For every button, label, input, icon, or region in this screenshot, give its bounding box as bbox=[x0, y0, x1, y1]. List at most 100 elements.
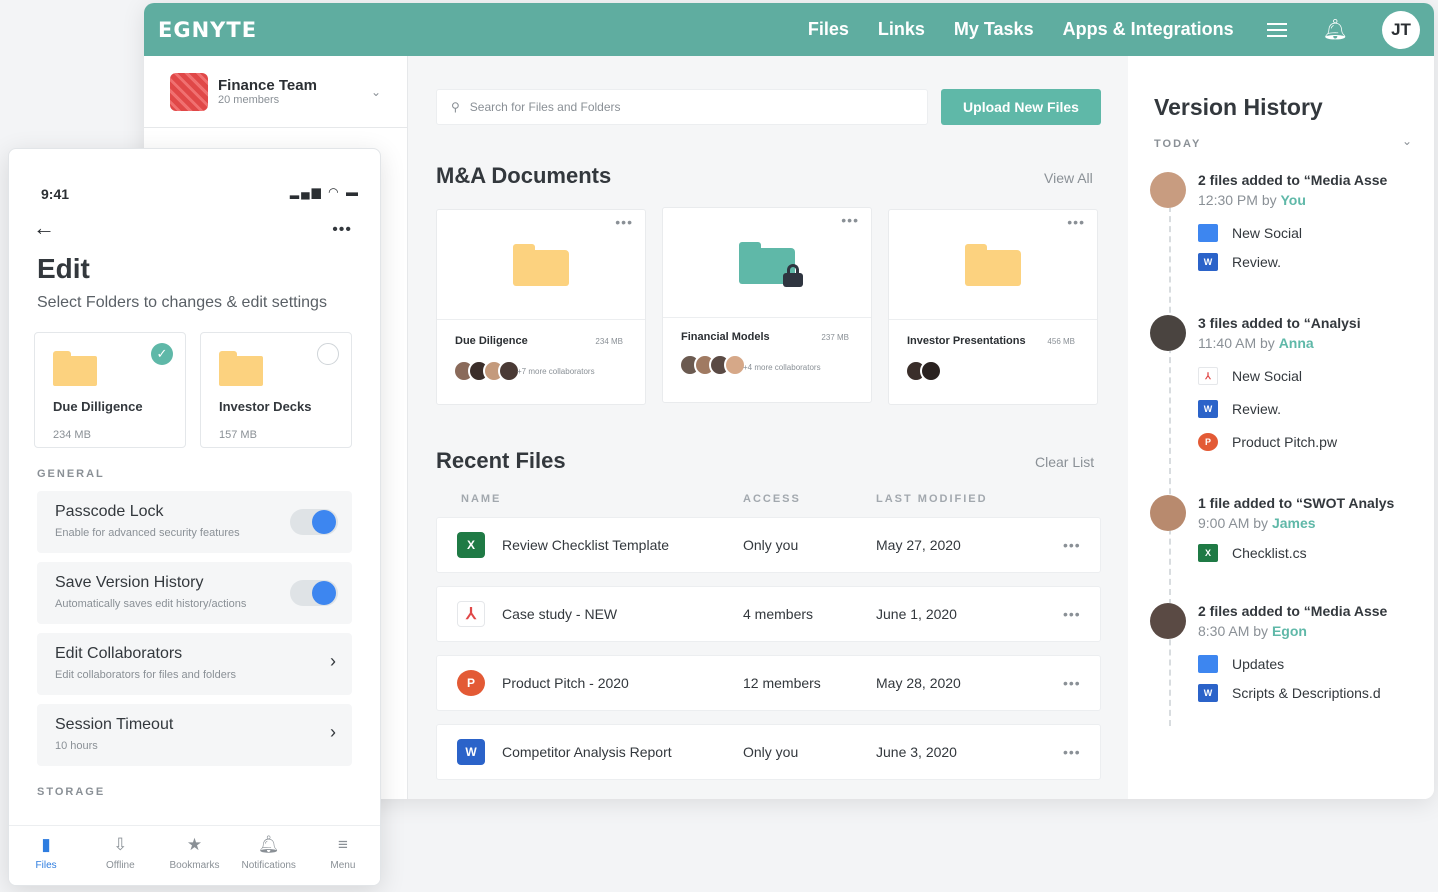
egnyte-logo[interactable]: EGNYTE bbox=[158, 18, 257, 42]
folder-size: 157 MB bbox=[219, 429, 257, 441]
setting-save-version-history[interactable]: Save Version History Automatically saves… bbox=[37, 562, 352, 624]
ma-documents-title: M&A Documents bbox=[436, 163, 612, 188]
search-input[interactable]: ⚲ Search for Files and Folders bbox=[436, 89, 928, 125]
file-access: 12 members bbox=[743, 675, 821, 691]
back-arrow-icon[interactable]: ← bbox=[33, 215, 55, 241]
file-row[interactable]: ⅄ Case study - NEW 4 members June 1, 202… bbox=[436, 586, 1101, 642]
setting-title: Save Version History bbox=[55, 574, 204, 591]
star-icon: ★ bbox=[186, 835, 203, 854]
history-file[interactable]: ⅄ New Social bbox=[1198, 367, 1394, 385]
bell-icon[interactable]: 🔔︎ bbox=[1323, 17, 1348, 42]
folder-name: Investor Presentations bbox=[907, 335, 1026, 347]
clear-list-link[interactable]: Clear List bbox=[1035, 454, 1094, 470]
collaborators-count: +7 more collaborators bbox=[517, 367, 595, 376]
history-file[interactable]: X Checklist.cs bbox=[1198, 544, 1394, 562]
folder-icon bbox=[1198, 224, 1218, 242]
tab-notifications[interactable]: 🔔︎ Notifications bbox=[232, 826, 306, 885]
file-name: Product Pitch - 2020 bbox=[502, 675, 629, 691]
lock-icon bbox=[783, 264, 803, 287]
history-file[interactable]: W Scripts & Descriptions.d bbox=[1198, 684, 1394, 702]
nav-links[interactable]: Links bbox=[878, 19, 925, 40]
folder-select-card[interactable]: Investor Decks 157 MB bbox=[200, 332, 352, 448]
view-all-link[interactable]: View All bbox=[1044, 170, 1093, 186]
checkmark-icon[interactable]: ✓ bbox=[151, 343, 173, 365]
folder-select-card[interactable]: ✓ Due Dilligence 234 MB bbox=[34, 332, 186, 448]
setting-session-timeout[interactable]: Session Timeout 10 hours › bbox=[37, 704, 352, 766]
page-title: Edit bbox=[37, 253, 90, 284]
upload-new-files-button[interactable]: Upload New Files bbox=[941, 89, 1101, 125]
more-options-icon[interactable]: ••• bbox=[1063, 744, 1081, 760]
folder-size: 234 MB bbox=[595, 337, 623, 346]
hamburger-menu-icon[interactable] bbox=[1266, 19, 1287, 41]
bottom-tab-bar: ▮ Files ⇩ Offline ★ Bookmarks 🔔︎ Notificatio… bbox=[9, 825, 380, 885]
history-file[interactable]: P Product Pitch.pw bbox=[1198, 433, 1394, 451]
file-icon: ▮ bbox=[41, 835, 51, 854]
setting-edit-collaborators[interactable]: Edit Collaborators Edit collaborators fo… bbox=[37, 633, 352, 695]
more-options-icon[interactable]: ••• bbox=[841, 212, 859, 228]
team-name: Finance Team bbox=[218, 77, 317, 94]
folder-size: 237 MB bbox=[821, 333, 849, 342]
history-file[interactable]: New Social bbox=[1198, 224, 1394, 242]
history-file[interactable]: W Review. bbox=[1198, 253, 1394, 271]
more-options-icon[interactable]: ••• bbox=[1063, 606, 1081, 622]
chevron-right-icon: › bbox=[330, 722, 336, 742]
tab-offline[interactable]: ⇩ Offline bbox=[83, 826, 157, 885]
nav-files[interactable]: Files bbox=[808, 19, 849, 40]
word-icon: W bbox=[1198, 400, 1218, 418]
column-header-access[interactable]: ACCESS bbox=[743, 493, 801, 505]
setting-passcode-lock[interactable]: Passcode Lock Enable for advanced securi… bbox=[37, 491, 352, 553]
folder-card-due-diligence[interactable]: ••• Due Diligence 234 MB +7 more collabo… bbox=[436, 209, 646, 405]
more-options-icon[interactable]: ••• bbox=[1067, 214, 1085, 230]
folder-icon bbox=[739, 242, 803, 287]
avatar bbox=[1150, 603, 1186, 639]
file-row[interactable]: X Review Checklist Template Only you May… bbox=[436, 517, 1101, 573]
more-options-icon[interactable]: ••• bbox=[1063, 537, 1081, 553]
nav-apps-integrations[interactable]: Apps & Integrations bbox=[1063, 19, 1234, 40]
version-history-title: Version History bbox=[1154, 94, 1323, 120]
powerpoint-icon: P bbox=[1198, 433, 1218, 451]
history-file[interactable]: W Review. bbox=[1198, 400, 1394, 418]
history-time: 8:30 AM by Egon bbox=[1198, 623, 1307, 639]
team-switcher[interactable]: Finance Team 20 members ⌄ bbox=[144, 56, 407, 128]
status-bar-icons: ▂▄▆ ◠ ▬ bbox=[289, 185, 360, 199]
setting-subtitle: Enable for advanced security features bbox=[55, 527, 240, 539]
column-header-name[interactable]: NAME bbox=[461, 493, 501, 505]
tab-files[interactable]: ▮ Files bbox=[9, 826, 83, 885]
file-row[interactable]: W Competitor Analysis Report Only you Ju… bbox=[436, 724, 1101, 780]
file-row[interactable]: P Product Pitch - 2020 12 members May 28… bbox=[436, 655, 1101, 711]
search-icon: ⚲ bbox=[451, 100, 460, 114]
history-file[interactable]: Updates bbox=[1198, 655, 1394, 673]
more-options-icon[interactable]: ••• bbox=[615, 214, 633, 230]
chevron-down-icon[interactable]: ⌄ bbox=[1402, 134, 1412, 148]
folder-card-financial-models[interactable]: ••• Financial Models 237 MB +4 more coll… bbox=[662, 207, 872, 403]
recent-files-title: Recent Files bbox=[436, 448, 566, 473]
file-access: Only you bbox=[743, 537, 799, 553]
tab-menu[interactable]: ≡ Menu bbox=[306, 826, 380, 885]
passcode-lock-toggle[interactable] bbox=[290, 509, 338, 535]
column-header-last-modified[interactable]: LAST MODIFIED bbox=[876, 493, 988, 505]
more-options-icon[interactable]: ••• bbox=[1063, 675, 1081, 691]
version-history-panel: Version History TODAY ⌄ 2 files added to… bbox=[1128, 56, 1434, 799]
folder-icon bbox=[53, 351, 97, 386]
nav-my-tasks[interactable]: My Tasks bbox=[954, 19, 1034, 40]
search-placeholder: Search for Files and Folders bbox=[469, 100, 621, 114]
file-modified: June 3, 2020 bbox=[876, 744, 957, 760]
folder-icon bbox=[965, 244, 1021, 286]
folder-name: Financial Models bbox=[681, 331, 770, 343]
history-heading: 2 files added to “Media Asse bbox=[1198, 172, 1388, 188]
folder-card-investor-presentations[interactable]: ••• Investor Presentations 456 MB bbox=[888, 209, 1098, 405]
unchecked-circle-icon[interactable] bbox=[317, 343, 339, 365]
setting-title: Edit Collaborators bbox=[55, 645, 183, 662]
more-options-icon[interactable]: ••• bbox=[332, 221, 352, 239]
tab-bookmarks[interactable]: ★ Bookmarks bbox=[157, 826, 231, 885]
chevron-down-icon[interactable]: ⌄ bbox=[371, 85, 381, 99]
avatar bbox=[1150, 315, 1186, 351]
file-name: Case study - NEW bbox=[502, 606, 618, 622]
chevron-right-icon: › bbox=[330, 651, 336, 671]
version-history-toggle[interactable] bbox=[290, 580, 338, 606]
powerpoint-icon: P bbox=[457, 670, 485, 696]
folder-size: 234 MB bbox=[53, 429, 91, 441]
history-time: 9:00 AM by James bbox=[1198, 515, 1316, 531]
setting-subtitle: Edit collaborators for files and folders bbox=[55, 669, 236, 681]
user-avatar[interactable]: JT bbox=[1382, 10, 1420, 49]
